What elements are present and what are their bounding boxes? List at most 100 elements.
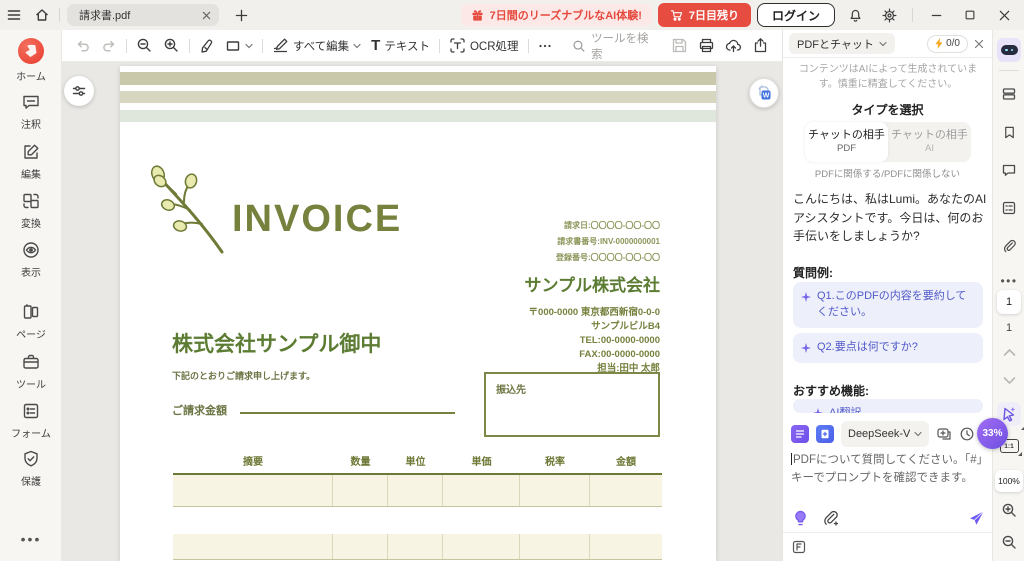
- maximize-window-icon[interactable]: [956, 3, 984, 27]
- comments-icon[interactable]: [997, 158, 1021, 182]
- sidebar-item-page[interactable]: ページ: [0, 302, 62, 341]
- sidebar-item-view[interactable]: 表示: [0, 240, 62, 279]
- new-tab-icon[interactable]: [227, 3, 255, 27]
- ai-assistant-icon[interactable]: [997, 38, 1021, 62]
- page-total-label: 1: [1005, 322, 1013, 334]
- undo-icon[interactable]: [70, 33, 96, 59]
- convert-to-word-fab[interactable]: W: [749, 78, 779, 108]
- ocr-button[interactable]: OCR処理: [444, 33, 524, 59]
- feature-chip-translate[interactable]: AI翻訳: [793, 399, 983, 413]
- edit-all-icon: [273, 38, 288, 53]
- zoom-level-indicator[interactable]: 100%: [995, 470, 1023, 492]
- chevron-down-icon: [245, 43, 253, 48]
- chat-mode-selector[interactable]: PDFとチャット: [789, 33, 895, 54]
- prompt-library-icon[interactable]: [936, 426, 952, 442]
- tab-close-icon[interactable]: [202, 11, 211, 20]
- redo-icon[interactable]: [96, 33, 122, 59]
- rail-zoom-in-icon[interactable]: [997, 498, 1021, 522]
- send-icon[interactable]: [968, 510, 985, 527]
- view-options-fab[interactable]: [64, 76, 94, 106]
- previous-page-icon[interactable]: [997, 340, 1021, 364]
- invoice-table-header: 摘要 数量 単位 単価 税率 金額: [243, 457, 636, 468]
- edit-all-button[interactable]: すべて編集: [267, 33, 366, 59]
- pen-tool-icon[interactable]: [194, 33, 220, 59]
- issuer-address: 〒000-0000 東京都西新宿0-0-0 サンプルビルB4 TEL:00-00…: [528, 307, 660, 374]
- home-icon[interactable]: [28, 3, 56, 27]
- cloud-upload-icon[interactable]: [720, 33, 747, 59]
- trial-button[interactable]: 7日目残り: [657, 3, 751, 27]
- search-icon: [573, 40, 585, 52]
- decor-stripe-olive: [120, 72, 716, 85]
- settings-gear-icon[interactable]: [875, 3, 903, 27]
- notifications-bell-icon[interactable]: [841, 3, 869, 27]
- chat-panel-close-icon[interactable]: [972, 37, 986, 51]
- bank-transfer-box: 振込先: [484, 372, 660, 437]
- decor-stripe-tan: [120, 91, 716, 103]
- sidebar-item-convert[interactable]: 変換: [0, 191, 62, 230]
- sidebar-item-form[interactable]: フォーム: [0, 401, 62, 440]
- branch-decoration: [150, 165, 224, 254]
- page-number-input[interactable]: 1: [997, 290, 1021, 314]
- decor-stripe-green: [120, 110, 716, 122]
- invoice-title: INVOICE: [232, 198, 403, 240]
- type-select-label: タイプを選択: [851, 103, 924, 117]
- lightbulb-prompt-icon[interactable]: [793, 510, 808, 527]
- sidebar-item-home[interactable]: ホーム: [0, 38, 62, 83]
- text-tool-button[interactable]: T テキスト: [366, 33, 435, 59]
- save-icon[interactable]: [666, 33, 693, 59]
- ai-page-app-icon[interactable]: [816, 425, 834, 443]
- login-button[interactable]: ログイン: [756, 3, 835, 27]
- attachments-icon[interactable]: [997, 234, 1021, 258]
- example-question-1[interactable]: Q1.このPDFの内容を要約してください。: [793, 282, 983, 328]
- tool-search-placeholder: ツールを検索: [591, 32, 649, 61]
- print-icon[interactable]: [693, 33, 720, 59]
- next-page-icon[interactable]: [997, 368, 1021, 392]
- titlebar: 請求書.pdf 7日間のリーズナブルなAI体験! 7日目残り ログイン: [0, 0, 1024, 30]
- example-question-2[interactable]: Q2.要点は何ですか?: [793, 333, 983, 363]
- bookmark-icon[interactable]: [997, 120, 1021, 144]
- ai-usage-badge[interactable]: 33%: [977, 418, 1008, 449]
- share-export-icon[interactable]: [747, 33, 774, 59]
- invoice-table: 摘要 数量 単位 単価 税率 金額: [173, 453, 662, 560]
- rail-zoom-out-icon[interactable]: [997, 530, 1021, 554]
- left-sidebar: ホーム 注釈 編集 変換 表示 ページ ツール フォーム 保護 •••: [0, 30, 62, 561]
- sidebar-item-edit[interactable]: 編集: [0, 142, 62, 181]
- ai-doc-app-icon[interactable]: [791, 425, 809, 443]
- panel-layout-icon[interactable]: [997, 82, 1021, 106]
- toolbar-more-icon[interactable]: [532, 33, 558, 59]
- sidebar-item-tools[interactable]: ツール: [0, 352, 62, 391]
- tab-title: 請求書.pdf: [79, 10, 131, 22]
- invoice-note: 下記のとおりご請求申し上げます。: [172, 371, 316, 381]
- toggle-chat-with-ai[interactable]: チャットの相手 AI: [888, 122, 971, 162]
- sidebar-more-icon[interactable]: •••: [0, 531, 62, 547]
- close-window-icon[interactable]: [990, 3, 1018, 27]
- prompt-flag-icon[interactable]: [792, 540, 806, 554]
- document-tab[interactable]: 請求書.pdf: [67, 4, 219, 26]
- sparkle-icon: [813, 408, 823, 413]
- ai-credits-badge[interactable]: 0/0: [927, 34, 968, 53]
- shield-check-icon: [24, 450, 38, 467]
- toggle-chat-with-pdf[interactable]: チャットの相手 PDF: [805, 122, 888, 162]
- zoom-out-icon[interactable]: [131, 33, 158, 59]
- form-fields-icon[interactable]: [997, 196, 1021, 220]
- pdf-page[interactable]: INVOICE 請求日:〇〇〇〇-〇〇-〇〇 請求書番号:INV-0000000…: [120, 66, 716, 561]
- attach-paperclip-icon[interactable]: [822, 510, 839, 527]
- shape-tool-button[interactable]: [220, 33, 258, 59]
- trial-text: 7日目残り: [688, 10, 739, 22]
- ai-disclaimer: コンテンツはAIによって生成されています。慎重に精査してください。: [798, 64, 978, 90]
- history-clock-icon[interactable]: [959, 426, 975, 442]
- minimize-window-icon[interactable]: [922, 3, 950, 27]
- promo-banner[interactable]: 7日間のリーズナブルなAI体験!: [460, 4, 652, 26]
- promo-text: 7日間のリーズナブルなAI体験!: [489, 10, 642, 22]
- issuer-company-name: サンプル株式会社: [524, 276, 661, 295]
- chat-input[interactable]: PDFについて質問してください。「#」キーでプロンプトを確認できます。: [791, 452, 988, 488]
- rail-more-icon[interactable]: •••: [993, 274, 1024, 288]
- sidebar-item-protect[interactable]: 保護: [0, 449, 62, 488]
- sidebar-item-annotate[interactable]: 注釈: [0, 92, 62, 131]
- document-viewport[interactable]: INVOICE 請求日:〇〇〇〇-〇〇-〇〇 請求書番号:INV-0000000…: [62, 62, 782, 561]
- zoom-in-icon[interactable]: [158, 33, 185, 59]
- hamburger-menu-icon[interactable]: [0, 3, 28, 27]
- model-select[interactable]: DeepSeek-V3: [841, 421, 929, 447]
- text-tool-icon: T: [371, 37, 381, 54]
- tool-search-input[interactable]: ツールを検索: [572, 30, 658, 62]
